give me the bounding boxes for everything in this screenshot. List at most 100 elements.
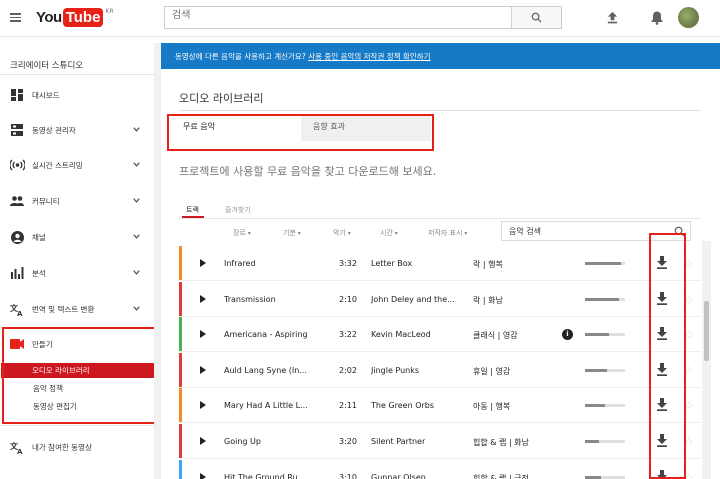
chevron-down-icon[interactable] (132, 268, 141, 277)
subtab-favorites[interactable]: 즐겨찾기 (225, 205, 251, 215)
search-box (164, 6, 562, 29)
table-row[interactable]: Auld Lang Syne (In... 2:02 Jingle Punks 휴일 … (179, 352, 701, 388)
sidebar-item-community[interactable]: 커뮤니티 (9, 191, 149, 211)
chevron-down-icon[interactable] (132, 232, 141, 241)
table-row[interactable]: Transmission 2:10 John Deley and the... 락 |… (179, 281, 701, 317)
search-input[interactable] (165, 7, 515, 24)
star-icon[interactable]: ☆ (684, 257, 694, 270)
tab-free-music[interactable]: 무료 음악 (183, 121, 215, 132)
popularity-fill (585, 368, 607, 372)
filter-instrument[interactable]: 악기 (333, 228, 351, 238)
banner-link[interactable]: 사용 중인 음악의 저작권 정책 확인하기 (308, 52, 430, 61)
page-subtitle: 프로젝트에 사용할 무료 음악을 찾고 다운로드해 보세요. (179, 165, 437, 178)
search-icon[interactable] (674, 226, 685, 237)
top-bar: You Tube KR (0, 0, 720, 37)
creator-studio-title[interactable]: 크리에이터 스튜디오 (10, 59, 83, 71)
sidebar-item-contributions[interactable]: 文A 내가 참여한 동영상 (9, 437, 149, 457)
sidebar-item-label: 만들기 (32, 339, 53, 349)
menu-icon[interactable] (10, 11, 21, 24)
filter-attribution[interactable]: 저작자 표시 (428, 228, 467, 238)
play-icon[interactable] (200, 437, 206, 445)
sidebar-item-live[interactable]: 실시간 스트리밍 (9, 155, 149, 175)
track-title: Mary Had A Little L... (224, 401, 308, 411)
play-icon[interactable] (200, 294, 206, 303)
popularity-bar (585, 262, 625, 265)
search-button[interactable] (511, 7, 561, 28)
track-title: Auld Lang Syne (In... (224, 365, 307, 375)
track-artist: John Deley and the... (371, 294, 455, 304)
track-genre: 힙합 & 랩 | 화남 (473, 438, 529, 447)
sidebar-item-video-manager[interactable]: 동영상 관리자 (9, 120, 149, 140)
filter-genre[interactable]: 장르 (233, 228, 251, 238)
music-search-input[interactable]: 음악 검색 (501, 221, 691, 241)
download-icon[interactable] (656, 256, 668, 269)
download-icon[interactable] (656, 291, 668, 305)
play-icon[interactable] (200, 365, 206, 374)
download-icon[interactable] (656, 327, 668, 341)
avatar[interactable] (678, 7, 699, 28)
live-icon (9, 159, 25, 171)
popularity-bar (585, 297, 625, 301)
dashboard-icon (11, 89, 23, 101)
sidebar-item-label: 분석 (32, 268, 46, 278)
popularity-fill (585, 475, 601, 479)
sidebar-item-channel[interactable]: 채널 (9, 227, 149, 247)
tab-sound-effects[interactable]: 음향 효과 (313, 121, 345, 132)
genre-color-bar (179, 388, 182, 423)
genre-color-bar (179, 246, 182, 280)
star-icon[interactable]: ☆ (684, 399, 694, 412)
scrollbar-thumb[interactable] (704, 301, 709, 361)
genre-color-bar (179, 352, 182, 387)
play-icon[interactable] (200, 330, 206, 339)
table-row[interactable]: Infrared 3:32 Letter Box 락 | 행복 ☆ (179, 246, 701, 281)
sidebar-subitem-video-editor[interactable]: 동영상 편집기 (33, 401, 77, 412)
track-artist: Letter Box (371, 259, 413, 268)
notification-bell-icon[interactable] (650, 10, 664, 25)
sidebar-item-label: 동영상 관리자 (32, 125, 76, 135)
star-icon[interactable]: ☆ (684, 293, 694, 306)
sidebar-item-dashboard[interactable]: 대시보드 (9, 85, 149, 105)
download-icon[interactable] (656, 398, 668, 412)
sidebar-item-translate[interactable]: 文A 번역 및 텍스트 변환 (9, 299, 149, 319)
sidebar-subitem-music-policy[interactable]: 음악 정책 (33, 383, 63, 394)
table-row[interactable]: Americana - Aspiring 3:22 Kevin MacLeod 클래식… (179, 317, 701, 353)
track-genre: 힙합 & 랩 | 극적 (473, 473, 529, 479)
table-row[interactable]: Hit The Ground Ru... 3:10 Gunnar Olsen 힙합 &… (179, 459, 701, 479)
attribution-icon[interactable]: i (562, 329, 573, 341)
sidebar-subitem-audio-library[interactable]: 오디오 라이브러리 (1, 363, 154, 378)
analytics-icon (10, 267, 23, 279)
sidebar-item-label: 실시간 스트리밍 (32, 160, 83, 170)
genre-color-bar (179, 317, 182, 352)
star-icon[interactable]: ☆ (684, 471, 694, 479)
sidebar-item-analytics[interactable]: 분석 (9, 263, 149, 283)
filter-duration[interactable]: 시간 (380, 228, 398, 238)
main-content: 동영상에 다른 음악을 사용하고 계신가요? 사용 중인 음악의 저작권 정책 … (161, 43, 720, 479)
star-icon[interactable]: ☆ (684, 328, 694, 341)
track-genre: 락 | 행복 (473, 260, 503, 269)
download-icon[interactable] (656, 469, 668, 479)
popularity-fill (585, 333, 609, 337)
play-icon[interactable] (200, 472, 206, 479)
track-title: Transmission (224, 294, 276, 304)
youtube-logo[interactable]: You Tube KR (36, 8, 114, 27)
sidebar-item-create[interactable]: 만들기 (9, 334, 149, 354)
track-title: Infrared (224, 259, 256, 268)
play-icon[interactable] (200, 401, 206, 410)
chevron-down-icon[interactable] (132, 125, 141, 134)
subtab-tracks[interactable]: 트랙 (186, 205, 199, 215)
upload-icon[interactable] (606, 11, 619, 24)
table-row[interactable]: Going Up 3:20 Silent Partner 힙합 & 랩 | 화남 ☆ (179, 424, 701, 459)
chevron-down-icon[interactable] (132, 196, 141, 205)
download-icon[interactable] (656, 434, 668, 447)
track-duration: 3:22 (339, 330, 357, 340)
download-icon[interactable] (656, 362, 668, 376)
chevron-down-icon[interactable] (132, 304, 141, 313)
star-icon[interactable]: ☆ (684, 435, 694, 448)
star-icon[interactable]: ☆ (684, 364, 694, 377)
track-genre: 아동 | 행복 (473, 402, 511, 412)
table-row[interactable]: Mary Had A Little L... 2:11 The Green Orbs… (179, 388, 701, 424)
filter-mood[interactable]: 기분 (283, 228, 301, 238)
track-duration: 3:20 (339, 437, 357, 446)
play-icon[interactable] (200, 259, 206, 267)
chevron-down-icon[interactable] (132, 160, 141, 169)
